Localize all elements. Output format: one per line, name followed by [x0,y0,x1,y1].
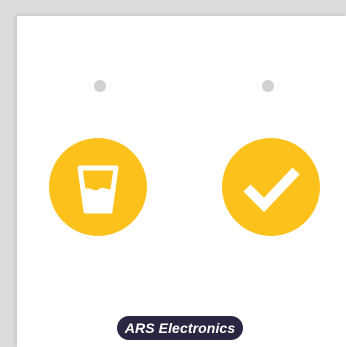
brand-badge: ARS Electronics [117,316,243,340]
status-indicator-left [94,80,106,92]
water-button[interactable] [49,138,147,236]
brand-label: ARS Electronics [124,320,236,336]
device-panel [17,16,346,347]
checkmark-icon [243,167,300,213]
confirm-button[interactable] [222,138,320,236]
status-indicator-right [262,80,274,92]
water-glass-icon [77,165,119,214]
window-frame: ARS Electronics [0,0,346,347]
